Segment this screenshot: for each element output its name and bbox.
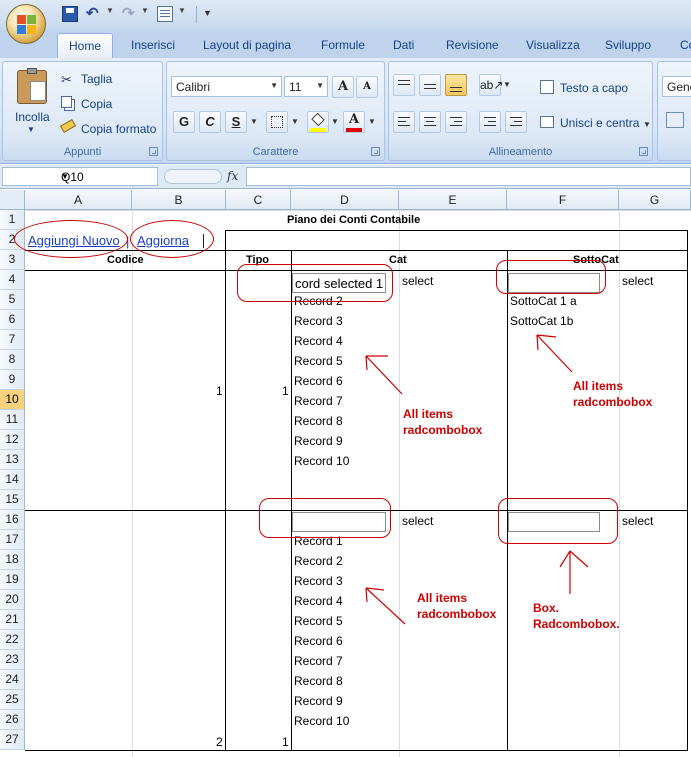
accounting-format-icon[interactable] <box>666 112 684 128</box>
font-group: Calibri ▼ 11 ▼ A A G C S ▼ ▼ ▼ A ▼ Caratte… <box>166 61 385 161</box>
number-group: Gene <box>657 61 691 161</box>
clipboard-group: Incolla ▼ ✂ Taglia Copia Copia formato A… <box>2 61 163 161</box>
name-box[interactable]: Q10 ▼ <box>2 167 158 186</box>
tab-more[interactable]: Co <box>680 38 691 52</box>
redo-dropdown-icon[interactable]: ▼ <box>141 6 149 15</box>
undo-dropdown-icon[interactable]: ▼ <box>106 6 114 15</box>
paste-dropdown-icon[interactable]: ▼ <box>27 125 35 134</box>
borders-button[interactable] <box>266 111 288 133</box>
copy-icon <box>61 96 72 108</box>
office-button[interactable] <box>6 4 46 44</box>
orientation-button[interactable]: ab↗ <box>479 74 504 96</box>
save-icon[interactable] <box>62 6 78 22</box>
cut-button[interactable]: Taglia <box>81 72 112 86</box>
chevron-down-icon: ▼ <box>316 81 324 90</box>
align-center-button[interactable] <box>419 111 441 133</box>
scissors-icon: ✂ <box>61 72 72 87</box>
align-right-button[interactable] <box>445 111 467 133</box>
underline-button[interactable]: S <box>225 111 247 133</box>
align-left-button[interactable] <box>393 111 415 133</box>
qat-separator <box>196 6 197 23</box>
tab-developer[interactable]: Sviluppo <box>605 38 651 52</box>
decrease-indent-button[interactable] <box>479 111 501 133</box>
font-group-label: Carattere <box>252 146 299 158</box>
alignment-group-label: Allineamento <box>488 146 553 158</box>
clipboard-launcher-icon[interactable] <box>149 147 158 156</box>
formula-bar-resize-handle[interactable] <box>164 169 222 184</box>
office-logo-icon <box>17 15 37 35</box>
grow-font-button[interactable]: A <box>332 76 354 98</box>
tab-view[interactable]: Visualizza <box>526 38 580 52</box>
ribbon: Incolla ▼ ✂ Taglia Copia Copia formato A… <box>0 58 691 164</box>
merge-center-button[interactable]: Unisci e centra <box>560 116 639 130</box>
bold-button[interactable]: G <box>173 111 195 133</box>
borders-dropdown-icon[interactable]: ▼ <box>291 117 299 126</box>
formula-bar: Q10 ▼ fx <box>0 165 691 189</box>
paint-bucket-icon <box>311 112 325 127</box>
chevron-down-icon: ▼ <box>270 81 278 90</box>
orientation-dropdown-icon[interactable]: ▼ <box>503 80 511 89</box>
insert-function-icon[interactable]: fx <box>227 169 238 183</box>
copy-button[interactable]: Copia <box>81 97 112 111</box>
tab-review[interactable]: Revisione <box>446 38 499 52</box>
align-middle-button[interactable] <box>419 74 441 96</box>
redo-icon[interactable]: ↷ <box>122 6 138 22</box>
format-painter-button[interactable]: Copia formato <box>81 122 156 136</box>
tab-insert[interactable]: Inserisci <box>131 38 175 52</box>
tab-data[interactable]: Dati <box>393 38 414 52</box>
worksheet-grid: A B C D E F G 1 2 3 4 5 6 7 8 9 10 11 12… <box>0 190 691 757</box>
font-color-dropdown-icon[interactable]: ▼ <box>368 117 376 126</box>
form-icon[interactable] <box>157 6 173 22</box>
fill-dropdown-icon[interactable]: ▼ <box>331 117 339 126</box>
format-painter-icon <box>59 119 77 133</box>
number-format-select[interactable]: Gene <box>662 76 691 97</box>
align-bottom-button[interactable] <box>445 74 467 96</box>
alignment-launcher-icon[interactable] <box>639 147 648 156</box>
annotation-arrows <box>365 334 589 625</box>
ribbon-tabs: Home Inserisci Layout di pagina Formule … <box>0 30 691 59</box>
form-dropdown-icon[interactable]: ▼ <box>178 6 186 15</box>
shrink-font-button[interactable]: A <box>356 76 378 98</box>
title-bar: ↶ ▼ ↷ ▼ ▼ ▼ <box>0 0 691 44</box>
wrap-text-button[interactable]: Testo a capo <box>560 81 628 95</box>
customize-qat-icon[interactable]: ▼ <box>203 8 212 18</box>
clipboard-group-label: Appunti <box>63 146 102 158</box>
paste-button[interactable]: Incolla <box>15 110 50 124</box>
italic-button[interactable]: C <box>199 111 221 133</box>
formula-input[interactable] <box>246 167 691 186</box>
chevron-down-icon[interactable]: ▼ <box>61 172 154 181</box>
borders-icon <box>271 116 283 128</box>
font-size-select[interactable]: 11 ▼ <box>284 76 328 97</box>
fill-color-button[interactable] <box>307 111 329 133</box>
underline-dropdown-icon[interactable]: ▼ <box>250 117 258 126</box>
orientation-icon: ab↗ <box>480 78 504 92</box>
tab-page-layout[interactable]: Layout di pagina <box>203 38 291 52</box>
paste-icon[interactable] <box>17 68 47 104</box>
wrap-text-icon <box>540 80 554 94</box>
increase-indent-button[interactable] <box>505 111 527 133</box>
font-color-button[interactable]: A <box>343 111 365 133</box>
tab-formulas[interactable]: Formule <box>321 38 365 52</box>
font-launcher-icon[interactable] <box>371 147 380 156</box>
font-name-select[interactable]: Calibri ▼ <box>171 76 282 97</box>
merge-dropdown-icon[interactable]: ▼ <box>643 120 651 129</box>
merge-center-icon <box>540 116 554 128</box>
align-top-button[interactable] <box>393 74 415 96</box>
tab-home[interactable]: Home <box>57 33 114 59</box>
undo-icon[interactable]: ↶ <box>86 6 102 22</box>
alignment-group: ab↗ ▼ Testo a capo Unisci e centra ▼ All… <box>388 61 653 161</box>
